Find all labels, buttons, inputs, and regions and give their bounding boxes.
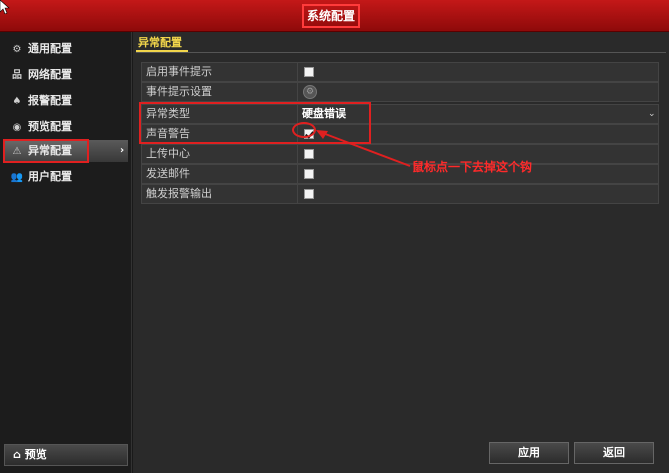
home-icon: ⌂ xyxy=(13,448,21,461)
sidebar-item-alarm[interactable]: ♠ 报警配置 xyxy=(4,90,128,112)
eye-icon: ◉ xyxy=(12,122,22,133)
sidebar-item-label: 用户配置 xyxy=(28,170,72,183)
back-button[interactable]: 返回 xyxy=(574,442,654,464)
sidebar-item-user[interactable]: 👥 用户配置 xyxy=(4,166,128,188)
sidebar-item-label: 网络配置 xyxy=(28,68,72,81)
annotation-arrow xyxy=(316,130,411,167)
title-bar: 系统配置 xyxy=(0,0,669,32)
window-title: 系统配置 xyxy=(302,4,360,28)
main-panel: 异常配置 启用事件提示 事件提示设置 ⚙ 异常类型 硬盘错误 ⌄ 声音警告 上传… xyxy=(133,32,669,473)
sidebar-item-exception[interactable]: ⚠ 异常配置 › xyxy=(3,139,124,163)
row-trigger-alarm-output: 触发报警输出 xyxy=(141,184,659,204)
sidebar-item-label: 报警配置 xyxy=(28,94,72,107)
apply-button[interactable]: 应用 xyxy=(489,442,569,464)
sidebar-item-label: 异常配置 xyxy=(28,144,72,157)
preview-button[interactable]: ⌂ 预览 xyxy=(4,444,128,466)
preview-button-label: 预览 xyxy=(24,448,47,461)
warning-icon: ⚠ xyxy=(12,146,22,157)
row-label: 启用事件提示 xyxy=(142,63,298,81)
chevron-right-icon: › xyxy=(120,145,125,156)
mouse-cursor-icon xyxy=(0,0,10,14)
sidebar-item-network[interactable]: 品网络配置 xyxy=(4,64,128,86)
row-label: 事件提示设置 xyxy=(142,83,298,101)
sidebar-item-label: 通用配置 xyxy=(28,42,72,55)
row-event-hint-settings: 事件提示设置 ⚙ xyxy=(141,82,659,102)
row-label: 触发报警输出 xyxy=(142,185,298,203)
sidebar-item-label: 预览配置 xyxy=(28,120,72,133)
section-divider xyxy=(136,52,666,53)
trigger-alarm-output-checkbox[interactable] xyxy=(304,189,314,199)
annotation-text: 鼠标点一下去掉这个钩 xyxy=(412,160,533,174)
highlight-ellipse xyxy=(292,122,316,138)
network-icon: 品 xyxy=(12,70,22,81)
gear-icon: ⚙ xyxy=(12,44,22,55)
row-label: 发送邮件 xyxy=(142,165,298,183)
sidebar-item-preview-config[interactable]: ◉ 预览配置 xyxy=(4,116,128,138)
alarm-icon: ♠ xyxy=(12,96,22,107)
chevron-down-icon[interactable]: ⌄ xyxy=(648,105,656,123)
users-icon: 👥 xyxy=(10,172,24,183)
enable-event-hint-checkbox[interactable] xyxy=(304,67,314,77)
row-label: 上传中心 xyxy=(142,145,298,163)
upload-center-checkbox[interactable] xyxy=(304,149,314,159)
row-enable-event-hint: 启用事件提示 xyxy=(141,62,659,82)
sidebar-item-general[interactable]: ⚙ 通用配置 xyxy=(4,38,128,60)
settings-gear-icon[interactable]: ⚙ xyxy=(303,85,317,99)
send-email-checkbox[interactable] xyxy=(304,169,314,179)
section-tab-exception[interactable]: 异常配置 xyxy=(136,36,188,52)
sidebar: ⚙ 通用配置 品网络配置 ♠ 报警配置 ◉ 预览配置 ⚠ 异常配置 › 👥 用户配置 ⌂ … xyxy=(0,32,132,473)
